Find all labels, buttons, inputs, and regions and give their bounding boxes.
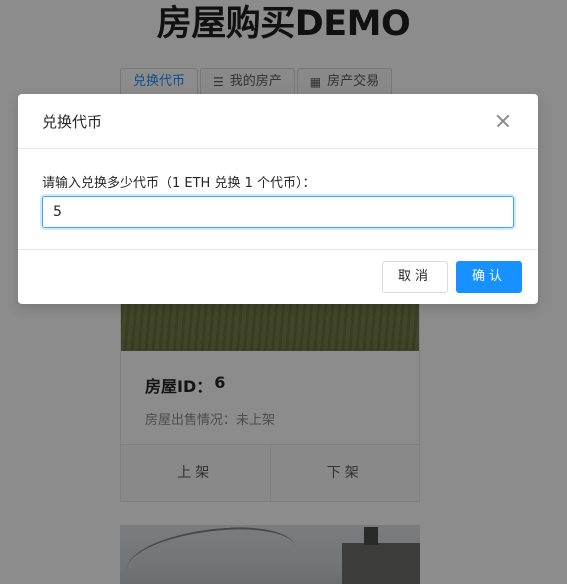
confirm-button[interactable]: 确认 (455, 261, 522, 293)
exchange-token-modal: 兑换代币 请输入兑换多少代币（1 ETH 兑换 1 个代币）： 取消 确认 (18, 94, 538, 304)
cancel-button[interactable]: 取消 (381, 261, 448, 293)
modal-header: 兑换代币 (18, 94, 538, 149)
modal-title: 兑换代币 (42, 112, 103, 131)
modal-footer: 取消 确认 (18, 250, 538, 304)
modal-body: 请输入兑换多少代币（1 ETH 兑换 1 个代币）： (18, 149, 538, 250)
exchange-prompt: 请输入兑换多少代币（1 ETH 兑换 1 个代币）： (42, 176, 316, 191)
close-icon[interactable] (492, 110, 514, 132)
token-amount-input[interactable] (42, 196, 514, 228)
